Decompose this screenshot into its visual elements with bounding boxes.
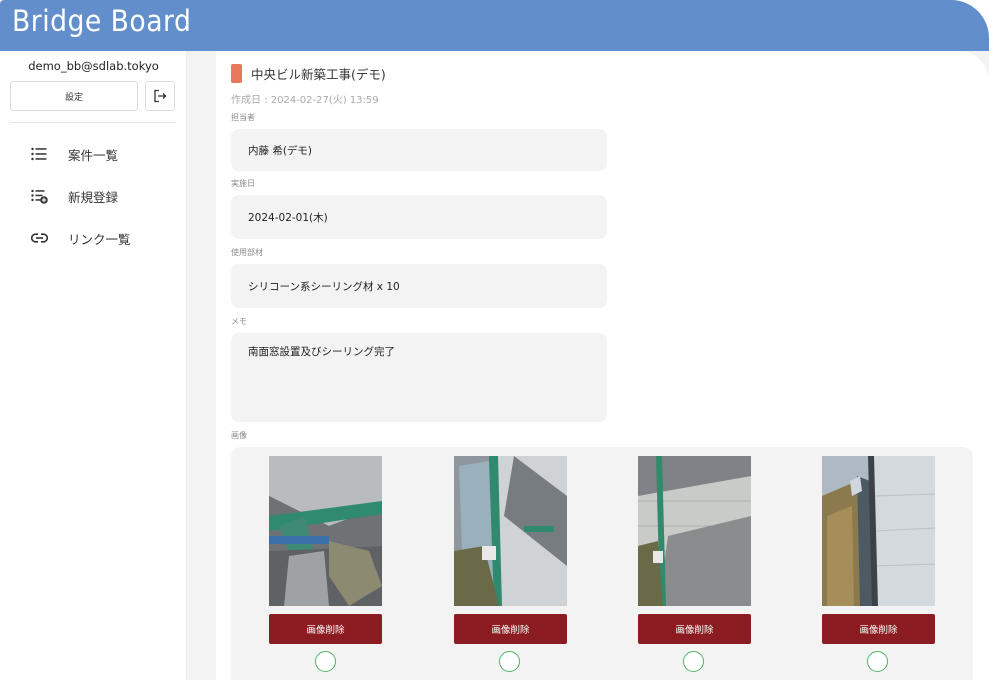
delete-image-button-2[interactable]: 画像削除 xyxy=(454,614,567,644)
logout-button[interactable] xyxy=(145,81,175,111)
assignee-label: 担当者 xyxy=(231,113,255,122)
site-photo-3[interactable] xyxy=(638,456,751,606)
sidebar: demo_bb@sdlab.tokyo 設定 案件一覧 新規登録 リンク一覧 xyxy=(0,51,187,680)
link-icon xyxy=(30,229,48,247)
materials-field[interactable]: シリコーン系シーリング材 x 10 xyxy=(231,264,607,308)
delete-image-button-4[interactable]: 画像削除 xyxy=(822,614,935,644)
delete-image-button-1[interactable]: 画像削除 xyxy=(269,614,382,644)
brand-logo[interactable]: Bridge Board xyxy=(12,4,191,38)
site-photo-4[interactable] xyxy=(822,456,935,606)
date-label: 実施日 xyxy=(231,179,255,188)
assignee-field[interactable]: 内藤 希(デモ) xyxy=(231,129,607,171)
sidebar-item-label: リンク一覧 xyxy=(68,231,131,247)
memo-field[interactable]: 南面窓設置及びシーリング完了 xyxy=(231,333,607,422)
settings-button[interactable]: 設定 xyxy=(10,81,138,111)
site-photo-1[interactable] xyxy=(269,456,382,606)
list-icon xyxy=(30,145,48,163)
delete-image-button-3[interactable]: 画像削除 xyxy=(638,614,751,644)
logout-icon xyxy=(154,89,167,103)
photo-image xyxy=(454,456,567,606)
date-field[interactable]: 2024-02-01(木) xyxy=(231,195,607,239)
sidebar-item-label: 新規登録 xyxy=(68,189,119,205)
add-list-icon xyxy=(30,187,48,205)
select-radio-3[interactable] xyxy=(683,651,704,672)
title-marker xyxy=(231,64,242,83)
record-title-row: 中央ビル新築工事(デモ) xyxy=(231,64,386,83)
select-radio-4[interactable] xyxy=(867,651,888,672)
sidebar-item-projects[interactable]: 案件一覧 xyxy=(30,142,118,166)
materials-label: 使用部材 xyxy=(231,248,263,257)
photo-image xyxy=(822,456,935,606)
photo-image xyxy=(269,456,382,606)
sidebar-item-links[interactable]: リンク一覧 xyxy=(30,226,131,250)
memo-label: メモ xyxy=(231,317,247,326)
sidebar-divider xyxy=(10,122,176,123)
record-title: 中央ビル新築工事(デモ) xyxy=(251,67,386,82)
sidebar-item-new[interactable]: 新規登録 xyxy=(30,184,118,208)
user-email: demo_bb@sdlab.tokyo xyxy=(28,59,159,73)
site-photo-2[interactable] xyxy=(454,456,567,606)
select-radio-1[interactable] xyxy=(315,651,336,672)
select-radio-2[interactable] xyxy=(499,651,520,672)
app-header: Bridge Board xyxy=(0,0,989,51)
created-date: 作成日 : 2024-02-27(火) 13:59 xyxy=(231,95,379,106)
images-label: 画像 xyxy=(231,431,247,440)
sidebar-item-label: 案件一覧 xyxy=(68,147,119,163)
photo-image xyxy=(638,456,751,606)
